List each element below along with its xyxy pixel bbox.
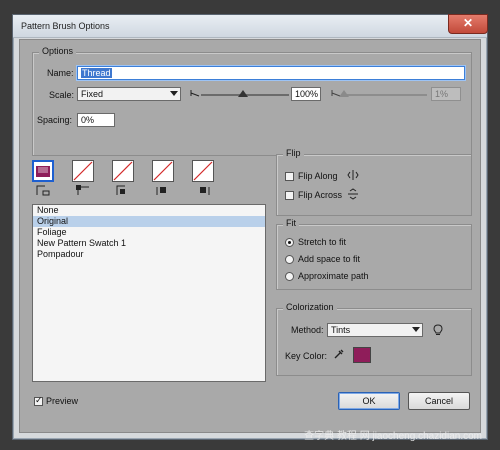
fit-legend: Fit	[283, 218, 299, 228]
side-tile-icon	[36, 166, 50, 177]
colorization-legend: Colorization	[283, 302, 337, 312]
variation-slider-track[interactable]	[343, 94, 427, 96]
list-item[interactable]: None	[33, 205, 265, 216]
tips-lightbulb-icon[interactable]	[433, 324, 443, 336]
title-bar: Pattern Brush Options ✕	[13, 14, 488, 38]
close-button[interactable]: ✕	[448, 14, 488, 34]
name-input[interactable]: Thread	[77, 66, 465, 80]
colorization-group: Colorization Method: Tints Key Color:	[276, 302, 472, 376]
list-item[interactable]: Pompadour	[33, 249, 265, 260]
list-item[interactable]: Foliage	[33, 227, 265, 238]
spacing-input[interactable]: 0%	[77, 113, 115, 127]
fit-option-label: Add space to fit	[298, 254, 361, 264]
flip-along-checkbox[interactable]	[285, 172, 294, 181]
key-color-swatch[interactable]	[353, 347, 371, 363]
spacing-label: Spacing:	[37, 115, 73, 125]
list-item[interactable]: New Pattern Swatch 1	[33, 238, 265, 249]
pattern-brush-options-dialog: Pattern Brush Options ✕ Options Name: Th…	[12, 14, 488, 440]
options-group: Options Name: Thread Scale: Fixed 100% 1…	[32, 46, 472, 156]
scale-slider-thumb[interactable]	[238, 90, 248, 97]
scale-label: Scale:	[49, 90, 75, 100]
fit-radio-stretch[interactable]	[285, 238, 294, 247]
fit-option-label: Approximate path	[298, 271, 369, 281]
name-value: Thread	[81, 68, 112, 78]
inner-corner-indicator-icon	[116, 185, 125, 195]
tile-end[interactable]	[192, 160, 214, 182]
chevron-down-icon	[412, 327, 420, 332]
start-tile-indicator-icon	[156, 187, 166, 195]
side-tile-indicator-icon	[36, 185, 50, 196]
list-item[interactable]: Original	[33, 216, 265, 227]
method-label: Method:	[291, 325, 324, 335]
ok-button[interactable]: OK	[338, 392, 400, 410]
dialog-title: Pattern Brush Options	[21, 21, 110, 31]
eyedropper-icon[interactable]	[333, 348, 345, 360]
end-tile-indicator-icon	[200, 187, 210, 195]
flip-legend: Flip	[283, 148, 304, 158]
fit-group: Fit Stretch to fit Add space to fit Appr…	[276, 218, 472, 290]
variation-percent-field[interactable]: 1%	[431, 87, 461, 101]
fit-radio-add-space[interactable]	[285, 255, 294, 264]
empty-tile-slash-icon	[73, 161, 93, 181]
scale-percent-field[interactable]: 100%	[291, 87, 321, 101]
watermark: 查字典 教程 网 jiaocheng.chazidian.com	[304, 431, 482, 442]
flip-across-icon	[348, 188, 358, 200]
flip-along-label: Flip Along	[298, 171, 338, 181]
options-legend: Options	[39, 46, 77, 56]
name-label: Name:	[47, 68, 74, 78]
fit-option-label: Stretch to fit	[298, 237, 347, 247]
method-dropdown[interactable]: Tints	[327, 323, 423, 337]
tile-inner-corner[interactable]	[112, 160, 134, 182]
flip-along-icon	[347, 170, 359, 180]
tile-outer-corner[interactable]	[72, 160, 94, 182]
flip-group: Flip Flip Along Flip Across	[276, 148, 472, 216]
flip-across-label: Flip Across	[298, 190, 343, 200]
flip-across-checkbox[interactable]	[285, 191, 294, 200]
pattern-swatch-list[interactable]: None Original Foliage New Pattern Swatch…	[32, 204, 266, 382]
variation-slider-thumb[interactable]	[339, 90, 349, 97]
scale-dropdown[interactable]: Fixed	[77, 87, 181, 101]
preview-checkbox[interactable]	[34, 395, 43, 406]
empty-tile-slash-icon	[153, 161, 173, 181]
method-dropdown-value: Tints	[331, 325, 351, 335]
outer-corner-indicator-icon	[76, 185, 89, 195]
tile-side[interactable]	[32, 160, 54, 182]
tile-start[interactable]	[152, 160, 174, 182]
key-color-label: Key Color:	[285, 351, 328, 361]
scale-dropdown-value: Fixed	[81, 89, 104, 99]
scale-min-icon	[190, 90, 200, 97]
fit-radio-approximate[interactable]	[285, 272, 294, 281]
empty-tile-slash-icon	[193, 161, 213, 181]
preview-label: Preview	[46, 396, 79, 406]
empty-tile-slash-icon	[113, 161, 133, 181]
chevron-down-icon	[170, 91, 178, 96]
cancel-button[interactable]: Cancel	[408, 392, 470, 410]
dialog-client-area: Options Name: Thread Scale: Fixed 100% 1…	[19, 39, 481, 433]
